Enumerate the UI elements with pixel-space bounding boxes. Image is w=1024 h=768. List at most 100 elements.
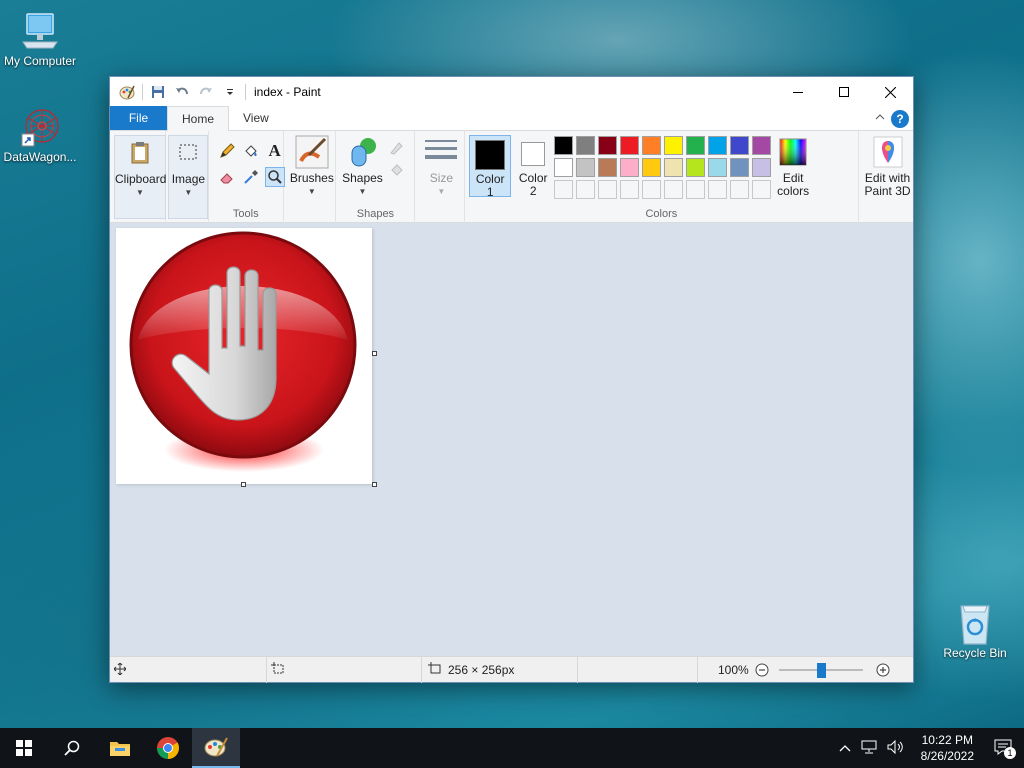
image-dimensions: 256 × 256px [448, 663, 515, 677]
palette-custom-swatch[interactable] [686, 180, 706, 199]
drawing-canvas[interactable] [116, 228, 372, 484]
palette-color-swatch[interactable] [752, 136, 772, 155]
shapes-button[interactable]: Shapes ▼ [339, 135, 385, 198]
paint3d-icon [861, 135, 915, 169]
color1-label-number: 1 [486, 185, 494, 199]
palette-color-swatch[interactable] [730, 158, 750, 177]
palette-custom-swatch[interactable] [642, 180, 662, 199]
zoom-level: 100% [718, 663, 749, 677]
palette-color-swatch[interactable] [642, 158, 662, 177]
palette-color-swatch[interactable] [598, 158, 618, 177]
shapes-group-label: Shapes [356, 208, 395, 220]
show-hidden-icons-icon[interactable] [833, 741, 857, 755]
zoom-out-icon[interactable] [755, 663, 769, 680]
pencil-icon[interactable] [217, 141, 237, 161]
magnifier-icon[interactable] [264, 167, 285, 187]
palette-custom-swatch[interactable] [708, 180, 728, 199]
taskbar-file-explorer[interactable] [96, 728, 144, 768]
color2-label-number: 2 [529, 184, 537, 198]
palette-color-swatch[interactable] [576, 136, 596, 155]
palette-color-swatch[interactable] [686, 136, 706, 155]
desktop-icon-my-computer[interactable]: My Computer [0, 10, 80, 68]
palette-color-swatch[interactable] [752, 158, 772, 177]
help-icon[interactable]: ? [891, 110, 909, 128]
zoom-slider-thumb[interactable] [817, 663, 826, 678]
fill-bucket-icon[interactable] [241, 141, 261, 161]
edit-with-paint3d-button[interactable]: Edit with Paint 3D [861, 135, 915, 198]
undo-icon[interactable] [173, 83, 191, 101]
tab-file[interactable]: File [110, 106, 167, 130]
palette-color-swatch[interactable] [554, 158, 574, 177]
palette-custom-swatch[interactable] [664, 180, 684, 199]
palette-color-swatch[interactable] [620, 158, 640, 177]
minimize-icon[interactable] [775, 77, 821, 107]
palette-color-swatch[interactable] [576, 158, 596, 177]
paint3d-group: Edit with Paint 3D [859, 131, 913, 223]
color-picker-icon[interactable] [241, 167, 261, 187]
collapse-ribbon-icon[interactable] [875, 112, 885, 123]
taskbar-chrome[interactable] [144, 728, 192, 768]
palette-color-swatch[interactable] [642, 136, 662, 155]
window-title: index - Paint [254, 85, 321, 99]
palette-color-swatch[interactable] [554, 136, 574, 155]
taskbar-paint[interactable] [192, 728, 240, 768]
image-button[interactable]: Image ▼ [168, 135, 209, 219]
tools-group-label: Tools [232, 208, 259, 220]
palette-color-swatch[interactable] [686, 158, 706, 177]
tab-home[interactable]: Home [167, 106, 230, 131]
palette-color-swatch[interactable] [664, 136, 684, 155]
colors-group-label: Colors [645, 208, 678, 220]
search-button[interactable] [48, 728, 96, 768]
palette-color-swatch[interactable] [598, 136, 618, 155]
palette-color-swatch[interactable] [664, 158, 684, 177]
customize-qat-icon[interactable] [221, 83, 239, 101]
status-bar: 256 × 256px 100% [110, 656, 913, 683]
color1-button[interactable]: Color 1 [469, 135, 512, 199]
network-icon[interactable] [857, 740, 881, 757]
palette-color-swatch[interactable] [730, 136, 750, 155]
color2-button[interactable]: Color 2 [513, 135, 553, 198]
notifications-button[interactable]: 1 [984, 739, 1024, 759]
palette-custom-swatch[interactable] [576, 180, 596, 199]
brushes-button[interactable]: Brushes ▼ [287, 135, 337, 198]
palette-custom-swatch[interactable] [598, 180, 618, 199]
clock-date: 8/26/2022 [920, 749, 974, 763]
zoom-in-icon[interactable] [876, 663, 890, 680]
palette-custom-swatch[interactable] [752, 180, 772, 199]
desktop-icon-datawagon[interactable]: DataWagon... [0, 106, 80, 164]
desktop-icon-recycle-bin[interactable]: Recycle Bin [935, 602, 1015, 660]
close-icon[interactable] [867, 77, 913, 107]
file-size-cell [578, 657, 698, 683]
brushes-label: Brushes [289, 171, 334, 185]
palette-custom-swatch[interactable] [620, 180, 640, 199]
clock[interactable]: 10:22 PM 8/26/2022 [911, 732, 984, 764]
clipboard-label: Clipboard [115, 172, 167, 186]
outline-icon[interactable] [388, 137, 408, 157]
start-button[interactable] [0, 728, 48, 768]
redo-icon[interactable] [197, 83, 215, 101]
windows-logo-icon [16, 740, 32, 756]
fill-icon[interactable] [388, 159, 408, 179]
palette-custom-swatch[interactable] [730, 180, 750, 199]
size-button[interactable]: Size ▼ [419, 135, 463, 198]
clipboard-button[interactable]: Clipboard ▼ [114, 135, 166, 219]
tab-view[interactable]: View [229, 106, 283, 130]
eraser-icon[interactable] [217, 167, 237, 187]
resize-handle-right[interactable] [372, 351, 377, 356]
chevron-down-icon: ▼ [358, 187, 367, 196]
volume-icon[interactable] [881, 739, 911, 757]
palette-color-swatch[interactable] [708, 136, 728, 155]
chrome-icon [157, 737, 179, 759]
text-tool-icon[interactable]: A [265, 141, 285, 161]
image-size-icon [428, 661, 442, 679]
resize-handle-corner[interactable] [372, 482, 377, 487]
stop-hand-icon [129, 231, 357, 472]
save-icon[interactable] [149, 83, 167, 101]
palette-color-swatch[interactable] [620, 136, 640, 155]
edit-colors-button[interactable]: Edit colors [775, 135, 811, 198]
paint-app-icon[interactable] [118, 83, 136, 101]
palette-color-swatch[interactable] [708, 158, 728, 177]
palette-custom-swatch[interactable] [554, 180, 574, 199]
maximize-icon[interactable] [821, 77, 867, 107]
resize-handle-bottom[interactable] [241, 482, 246, 487]
